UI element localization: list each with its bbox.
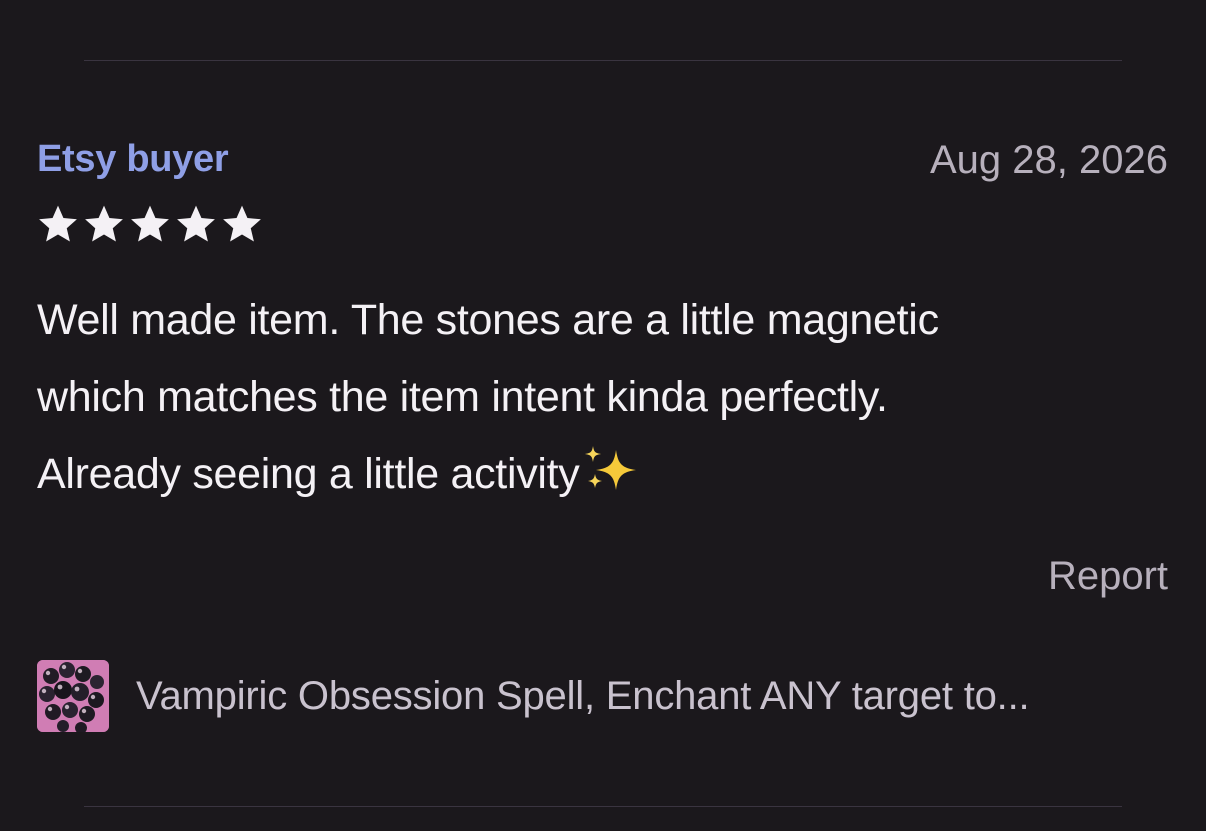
star-icon [39,205,77,242]
review-card: Etsy buyer Aug 28, 2026 Well made item. … [0,0,1206,831]
star-rating [37,203,263,245]
star-icon [131,205,169,242]
bottom-divider [84,806,1122,807]
review-text: Well made item. The stones are a little … [37,282,1157,513]
sparkles-icon [584,446,636,490]
star-icon [223,205,261,242]
review-text-line: Already seeing a little activity [37,436,1157,513]
star-icon [177,205,215,242]
star-icon [85,205,123,242]
top-divider [84,60,1122,61]
review-text-line: which matches the item intent kinda perf… [37,373,888,421]
item-title[interactable]: Vampiric Obsession Spell, Enchant ANY ta… [136,674,1030,719]
review-date: Aug 28, 2026 [930,138,1168,182]
beads-image [37,660,109,732]
reviewed-item-link[interactable]: Vampiric Obsession Spell, Enchant ANY ta… [37,660,1030,732]
product-thumbnail[interactable] [37,660,109,732]
reviewer-name[interactable]: Etsy buyer [37,138,229,181]
review-text-line-content: Already seeing a little activity [37,450,580,498]
review-text-line: Well made item. The stones are a little … [37,296,939,344]
report-link[interactable]: Report [1048,554,1168,599]
